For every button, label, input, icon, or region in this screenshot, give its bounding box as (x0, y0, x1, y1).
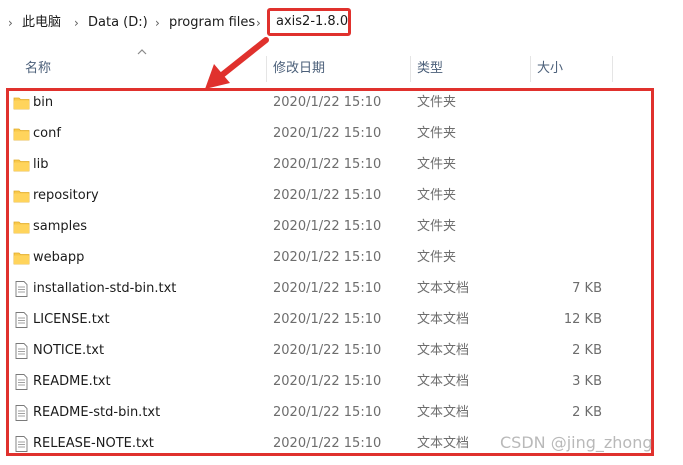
column-divider[interactable] (410, 56, 411, 82)
file-type: 文本文档 (417, 343, 470, 358)
file-size: 2 KB (572, 343, 602, 358)
file-modified-date: 2020/1/22 15:10 (273, 312, 382, 327)
file-name: samples (33, 219, 88, 234)
file-row[interactable]: README.txt 2020/1/22 15:10 文本文档 3 KB (0, 366, 683, 397)
file-modified-date: 2020/1/22 15:10 (273, 436, 382, 451)
file-modified-date: 2020/1/22 15:10 (273, 343, 382, 358)
file-size: 12 KB (563, 312, 602, 327)
file-type: 文件夹 (417, 126, 457, 141)
file-name: repository (33, 188, 99, 203)
text-file-icon (13, 405, 30, 421)
file-name: installation-std-bin.txt (33, 281, 177, 296)
file-row[interactable]: lib 2020/1/22 15:10 文件夹 (0, 149, 683, 180)
file-list: bin 2020/1/22 15:10 文件夹 conf 2020/1/22 15:10… (0, 87, 683, 459)
breadcrumb-item-current-folder[interactable]: axis2-1.8.0 (267, 8, 351, 36)
file-name: conf (33, 126, 61, 141)
sort-ascending-icon (137, 49, 147, 55)
text-file-icon (13, 312, 30, 328)
file-type: 文件夹 (417, 188, 457, 203)
file-type: 文本文档 (417, 405, 470, 420)
file-name: README-std-bin.txt (33, 405, 161, 420)
file-row[interactable]: repository 2020/1/22 15:10 文件夹 (0, 180, 683, 211)
text-file-icon (13, 374, 30, 390)
file-explorer: › 此电脑 › Data (D:) › program files › axis… (0, 0, 683, 465)
file-row[interactable]: webapp 2020/1/22 15:10 文件夹 (0, 242, 683, 273)
file-modified-date: 2020/1/22 15:10 (273, 95, 382, 110)
text-file-icon (13, 436, 30, 452)
file-row[interactable]: LICENSE.txt 2020/1/22 15:10 文本文档 12 KB (0, 304, 683, 335)
file-row[interactable]: installation-std-bin.txt 2020/1/22 15:10 文… (0, 273, 683, 304)
file-type: 文件夹 (417, 250, 457, 265)
column-divider[interactable] (612, 56, 613, 82)
file-name: NOTICE.txt (33, 343, 105, 358)
file-modified-date: 2020/1/22 15:10 (273, 157, 382, 172)
file-modified-date: 2020/1/22 15:10 (273, 281, 382, 296)
file-modified-date: 2020/1/22 15:10 (273, 250, 382, 265)
file-name: README.txt (33, 374, 111, 389)
file-type: 文本文档 (417, 374, 470, 389)
column-header-name[interactable]: 名称 (25, 56, 51, 82)
column-divider[interactable] (266, 56, 267, 82)
folder-icon (13, 250, 30, 266)
breadcrumb-item-program-files[interactable]: program files (169, 13, 255, 33)
breadcrumb-separator: › (8, 16, 13, 30)
file-type: 文本文档 (417, 436, 470, 451)
column-header-size[interactable]: 大小 (537, 56, 563, 82)
file-modified-date: 2020/1/22 15:10 (273, 188, 382, 203)
text-file-icon (13, 281, 30, 297)
file-modified-date: 2020/1/22 15:10 (273, 405, 382, 420)
folder-icon (13, 95, 30, 111)
file-type: 文件夹 (417, 95, 457, 110)
file-row[interactable]: bin 2020/1/22 15:10 文件夹 (0, 87, 683, 118)
file-type: 文件夹 (417, 219, 457, 234)
file-name: RELEASE-NOTE.txt (33, 436, 154, 451)
folder-icon (13, 157, 30, 173)
file-size: 2 KB (572, 405, 602, 420)
breadcrumb-separator: › (256, 16, 261, 30)
file-name: webapp (33, 250, 85, 265)
watermark: CSDN @jing_zhong (500, 433, 653, 452)
file-modified-date: 2020/1/22 15:10 (273, 126, 382, 141)
breadcrumb-item-this-pc[interactable]: 此电脑 (22, 13, 61, 33)
column-header-type[interactable]: 类型 (417, 56, 443, 82)
file-name: LICENSE.txt (33, 312, 110, 327)
file-size: 3 KB (572, 374, 602, 389)
file-type: 文本文档 (417, 281, 470, 296)
file-name: lib (33, 157, 49, 172)
file-type: 文件夹 (417, 157, 457, 172)
file-row[interactable]: samples 2020/1/22 15:10 文件夹 (0, 211, 683, 242)
column-header-date[interactable]: 修改日期 (273, 56, 325, 82)
file-row[interactable]: README-std-bin.txt 2020/1/22 15:10 文本文档 2 K… (0, 397, 683, 428)
folder-icon (13, 188, 30, 204)
breadcrumb-separator: › (74, 16, 79, 30)
file-type: 文本文档 (417, 312, 470, 327)
file-name: bin (33, 95, 54, 110)
breadcrumb-separator: › (155, 16, 160, 30)
text-file-icon (13, 343, 30, 359)
column-divider[interactable] (530, 56, 531, 82)
file-size: 7 KB (572, 281, 602, 296)
folder-icon (13, 219, 30, 235)
folder-icon (13, 126, 30, 142)
file-row[interactable]: NOTICE.txt 2020/1/22 15:10 文本文档 2 KB (0, 335, 683, 366)
breadcrumb: › 此电脑 › Data (D:) › program files › axis… (0, 0, 683, 44)
file-row[interactable]: conf 2020/1/22 15:10 文件夹 (0, 118, 683, 149)
file-modified-date: 2020/1/22 15:10 (273, 374, 382, 389)
breadcrumb-item-data-drive[interactable]: Data (D:) (88, 13, 148, 33)
file-modified-date: 2020/1/22 15:10 (273, 219, 382, 234)
